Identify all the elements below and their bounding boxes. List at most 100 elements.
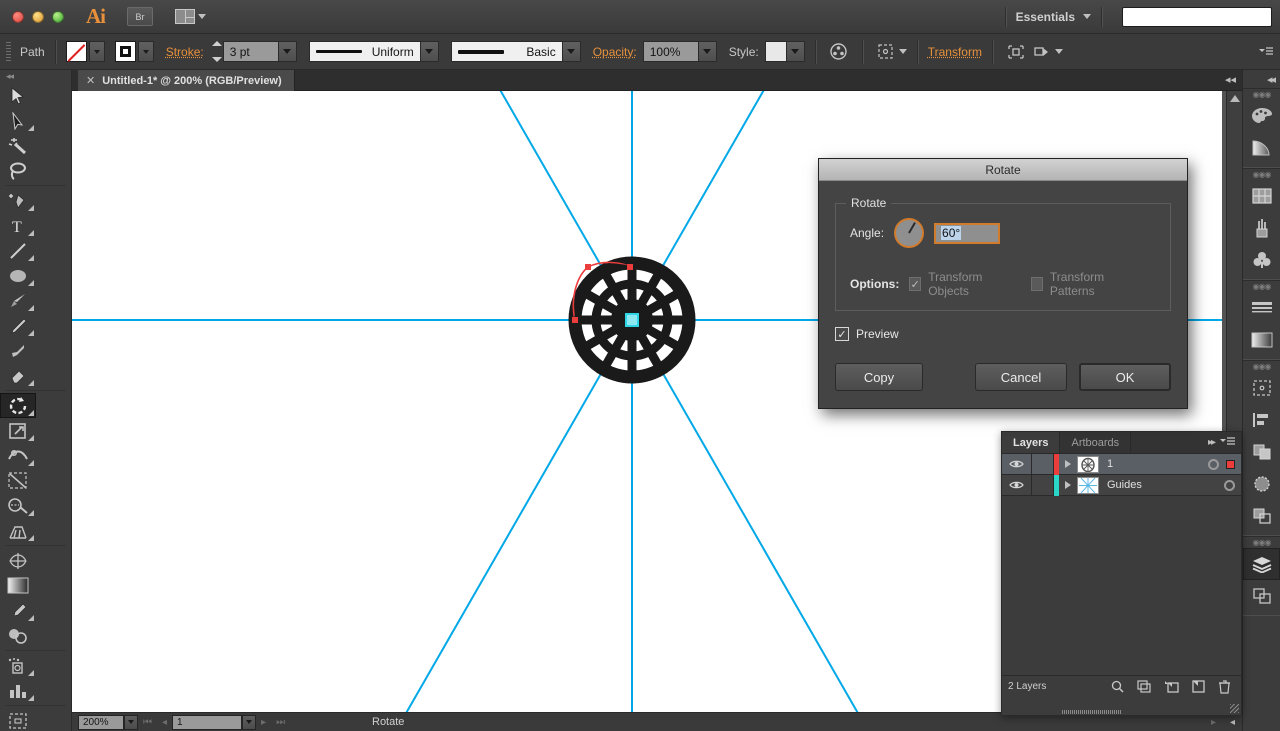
- transform-panel-icon[interactable]: [1243, 372, 1280, 404]
- tool-selection[interactable]: [0, 83, 36, 108]
- opacity-label[interactable]: Opacity:: [593, 45, 637, 59]
- bridge-button[interactable]: Br: [127, 7, 153, 26]
- make-clipping-mask-button[interactable]: [1137, 680, 1151, 693]
- fill-swatch-button[interactable]: [66, 41, 87, 62]
- transform-patterns-checkbox[interactable]: ✓: [1031, 277, 1043, 291]
- brush-definition-select[interactable]: Basic: [451, 41, 563, 62]
- panel-grip-icon[interactable]: ◉◉◉: [1243, 361, 1280, 372]
- make-release-sublayer-button[interactable]: [1164, 680, 1179, 693]
- tool-type[interactable]: T: [0, 213, 36, 238]
- horizontal-scroll-controls[interactable]: ▸ ◂: [1206, 717, 1240, 728]
- delete-selection-button[interactable]: [1218, 680, 1231, 694]
- previous-page-icon[interactable]: ◂: [162, 717, 167, 728]
- tool-symbol-sprayer[interactable]: [0, 653, 36, 678]
- stroke-profile-select[interactable]: Uniform: [309, 41, 421, 62]
- tool-eyedropper[interactable]: [0, 598, 36, 623]
- opacity-dropdown[interactable]: [699, 41, 717, 62]
- tool-direct-selection[interactable]: [0, 108, 36, 133]
- close-window-button[interactable]: [12, 11, 24, 23]
- stepper-down-icon[interactable]: [212, 57, 222, 62]
- window-controls[interactable]: [12, 11, 64, 23]
- first-page-icon[interactable]: ⏮: [143, 717, 152, 728]
- layer-visibility-toggle[interactable]: [1002, 475, 1032, 496]
- disclosure-triangle-icon[interactable]: [1059, 460, 1077, 468]
- cancel-button[interactable]: Cancel: [975, 363, 1067, 391]
- dialog-title-bar[interactable]: Rotate: [819, 159, 1187, 181]
- resize-grip-icon[interactable]: [1230, 704, 1239, 713]
- document-tab[interactable]: ✕ Untitled-1* @ 200% (RGB/Preview): [78, 70, 295, 91]
- swatches-panel-icon[interactable]: [1243, 180, 1280, 212]
- zoom-level-dropdown[interactable]: [124, 715, 138, 730]
- tool-column-graph[interactable]: [0, 678, 36, 703]
- close-icon[interactable]: ✕: [86, 74, 95, 87]
- transparency-panel-icon[interactable]: [1243, 468, 1280, 500]
- rotate-dialog[interactable]: Rotate Rotate Angle: 60° Options: ✓ Tran…: [818, 158, 1188, 409]
- artboards-panel-icon[interactable]: [1243, 580, 1280, 612]
- tool-gradient[interactable]: [0, 573, 36, 598]
- scroll-left-icon[interactable]: ◂: [1230, 717, 1235, 728]
- layers-list[interactable]: 1 Guides: [1002, 453, 1241, 675]
- panel-grip-icon[interactable]: ◂◂: [0, 70, 71, 83]
- stepper-up-icon[interactable]: [212, 41, 222, 46]
- panel-grip-icon[interactable]: [6, 42, 11, 62]
- align-button[interactable]: [873, 40, 899, 64]
- tool-free-transform[interactable]: [0, 468, 36, 493]
- stroke-label[interactable]: Stroke:: [166, 45, 204, 59]
- panel-grip-icon[interactable]: ◉◉◉: [1243, 537, 1280, 548]
- layer-lock-toggle[interactable]: [1032, 454, 1054, 475]
- scroll-up-icon[interactable]: [1230, 95, 1240, 102]
- tool-width[interactable]: [0, 443, 36, 468]
- tool-blend[interactable]: [0, 623, 36, 648]
- collapse-tabs-icon[interactable]: ◂◂: [1225, 73, 1236, 86]
- workspace-switcher[interactable]: Essentials: [1016, 10, 1075, 24]
- panel-grip-icon[interactable]: ◉◉◉: [1243, 169, 1280, 180]
- selection-indicator-square[interactable]: [1226, 460, 1235, 469]
- minimize-window-button[interactable]: [32, 11, 44, 23]
- tab-layers[interactable]: Layers: [1002, 432, 1060, 453]
- panel-scrollbar[interactable]: [1062, 710, 1122, 714]
- target-circle-icon[interactable]: [1208, 459, 1219, 470]
- brushes-panel-icon[interactable]: [1243, 212, 1280, 244]
- last-page-icon[interactable]: ⏭: [276, 717, 285, 728]
- target-circle-icon[interactable]: [1224, 480, 1235, 491]
- tab-artboards[interactable]: Artboards: [1060, 432, 1131, 453]
- fill-dropdown-button[interactable]: [89, 41, 105, 62]
- tool-scale[interactable]: [0, 418, 36, 443]
- arrange-documents-button[interactable]: [175, 9, 206, 24]
- mask-button[interactable]: [1029, 40, 1055, 64]
- tool-mesh[interactable]: [0, 548, 36, 573]
- opacity-input[interactable]: 100%: [643, 41, 699, 62]
- graphic-style-dropdown[interactable]: [787, 41, 805, 62]
- layers-panel-icon[interactable]: [1243, 548, 1280, 580]
- locate-object-button[interactable]: [1111, 680, 1124, 693]
- layer-lock-toggle[interactable]: [1032, 475, 1054, 496]
- tool-perspective-grid[interactable]: [0, 518, 36, 543]
- page-number-dropdown[interactable]: [242, 715, 256, 730]
- tool-eraser[interactable]: [0, 363, 36, 388]
- disclosure-triangle-icon[interactable]: [1059, 481, 1077, 489]
- graphic-style-swatch[interactable]: [765, 41, 787, 62]
- panel-grip-icon[interactable]: ◉◉◉: [1243, 281, 1280, 292]
- table-row[interactable]: Guides: [1002, 475, 1241, 496]
- panel-menu-icon[interactable]: [1220, 437, 1235, 448]
- chevron-down-icon[interactable]: [1083, 14, 1091, 19]
- stroke-weight-input[interactable]: 3 pt: [223, 41, 279, 62]
- tool-shape-builder[interactable]: [0, 493, 36, 518]
- color-panel-icon[interactable]: [1243, 100, 1280, 132]
- tool-lasso[interactable]: [0, 158, 36, 183]
- angle-dial-icon[interactable]: [894, 218, 924, 248]
- isolate-group-button[interactable]: [1003, 40, 1029, 64]
- tool-pencil[interactable]: [0, 313, 36, 338]
- maximize-window-button[interactable]: [52, 11, 64, 23]
- layers-panel[interactable]: Layers Artboards ▸▸ 1 Guides 2 Layers: [1001, 431, 1242, 716]
- brush-definition-dropdown[interactable]: [563, 41, 581, 62]
- stroke-weight-dropdown[interactable]: [279, 41, 297, 62]
- appearance-panel-icon[interactable]: [1243, 500, 1280, 532]
- collapse-dock-button[interactable]: ◂◂: [1243, 70, 1280, 88]
- new-layer-button[interactable]: [1192, 680, 1205, 693]
- panel-menu-icon[interactable]: [1258, 46, 1274, 58]
- layer-visibility-toggle[interactable]: [1002, 454, 1032, 475]
- preview-checkbox[interactable]: ✓: [835, 327, 849, 341]
- stroke-swatch-button[interactable]: [115, 41, 136, 62]
- next-page-icon[interactable]: ▸: [261, 717, 266, 728]
